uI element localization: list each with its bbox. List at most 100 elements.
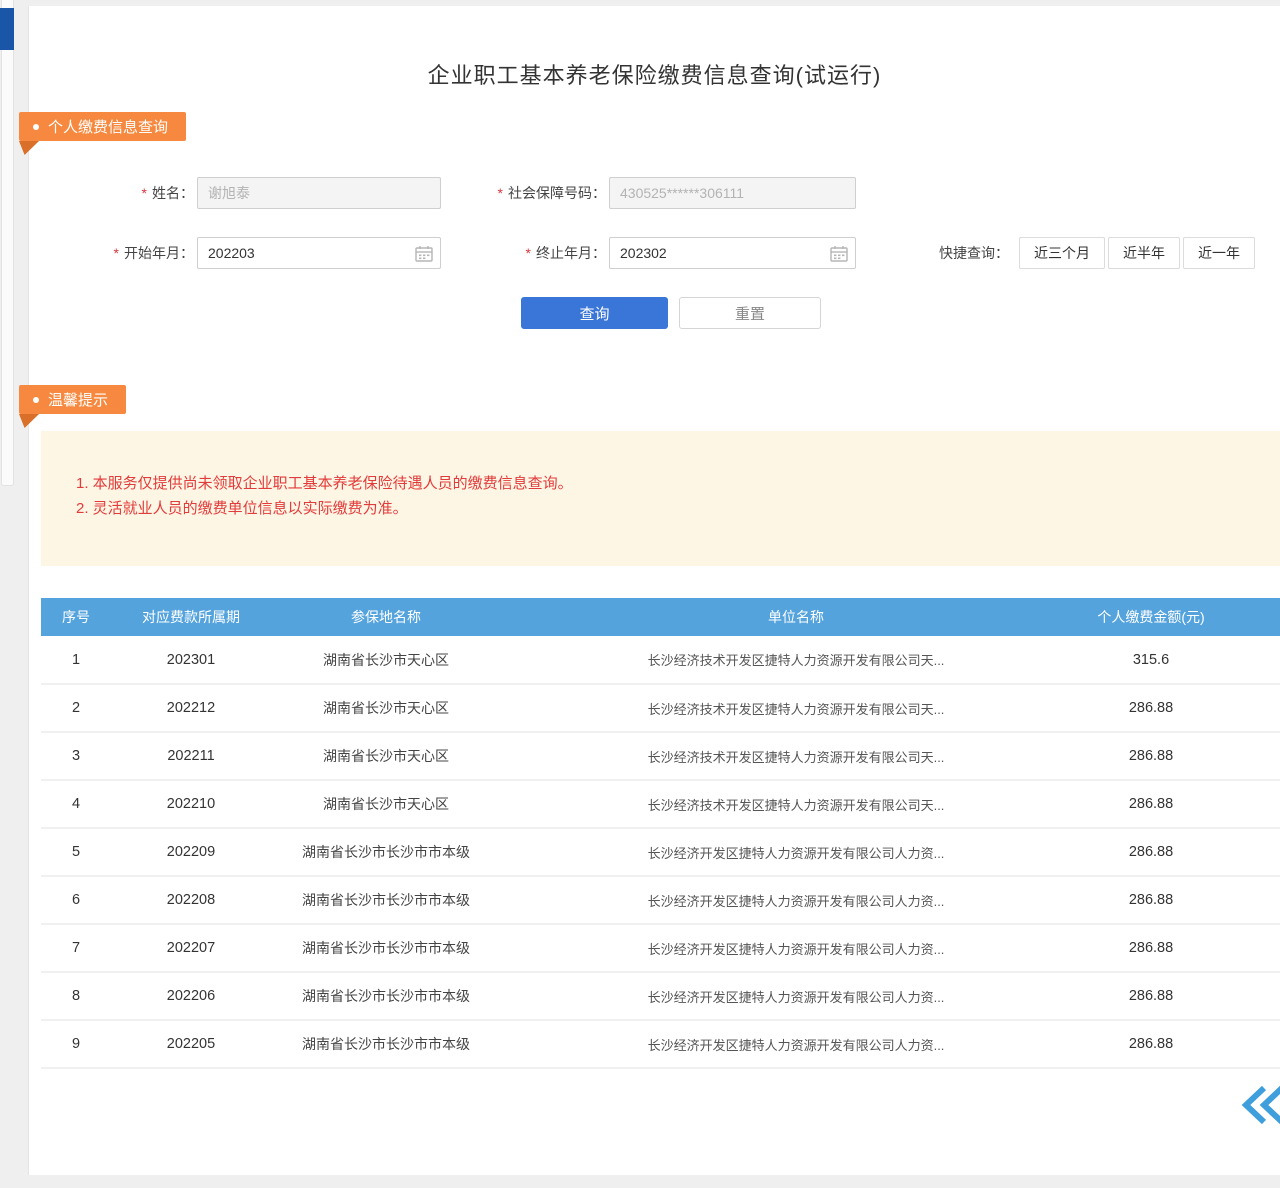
badge-fold-decoration (19, 414, 39, 428)
start-month-field-wrap (197, 237, 441, 269)
required-asterisk: * (526, 245, 531, 261)
table-cell: 286.88 (1061, 972, 1280, 1020)
collapsed-sidebar[interactable] (1, 0, 14, 486)
quick-btn-last-3-months[interactable]: 近三个月 (1019, 237, 1105, 269)
table-cell: 长沙经济开发区捷特人力资源开发有限公司人力资... (501, 972, 1061, 1020)
table-cell: 2 (41, 684, 111, 732)
calendar-icon[interactable] (830, 245, 848, 262)
table-row: 5202209湖南省长沙市长沙市市本级长沙经济开发区捷特人力资源开发有限公司人力… (41, 828, 1280, 876)
table-cell: 湖南省长沙市天心区 (271, 636, 501, 684)
table-cell: 长沙经济开发区捷特人力资源开发有限公司人力资... (501, 924, 1061, 972)
table-cell: 7 (41, 924, 111, 972)
table-cell: 湖南省长沙市长沙市市本级 (271, 1020, 501, 1068)
table-cell: 202210 (111, 780, 271, 828)
table-cell: 286.88 (1061, 828, 1280, 876)
tip-line: 2. 灵活就业人员的缴费单位信息以实际缴费为准。 (76, 496, 1260, 521)
bullet-icon (33, 397, 39, 403)
section-badge-personal-payment-query: 个人缴费信息查询 (19, 112, 186, 141)
table-header-row: 序号 对应费款所属期 参保地名称 单位名称 个人缴费金额(元) (41, 598, 1280, 636)
query-button[interactable]: 查询 (521, 297, 668, 329)
payment-table: 序号 对应费款所属期 参保地名称 单位名称 个人缴费金额(元) 1202301湖… (41, 598, 1280, 1069)
name-field-wrap (197, 177, 441, 209)
table-row: 4202210湖南省长沙市天心区长沙经济技术开发区捷特人力资源开发有限公司天..… (41, 780, 1280, 828)
end-month-field-wrap (609, 237, 856, 269)
required-asterisk: * (114, 245, 119, 261)
reset-button[interactable]: 重置 (679, 297, 821, 329)
table-cell: 8 (41, 972, 111, 1020)
table-cell: 3 (41, 732, 111, 780)
table-cell: 长沙经济开发区捷特人力资源开发有限公司人力资... (501, 876, 1061, 924)
required-asterisk: * (498, 185, 503, 201)
header-employer-name: 单位名称 (501, 598, 1061, 636)
tips-note-box: 1. 本服务仅提供尚未领取企业职工基本养老保险待遇人员的缴费信息查询。 2. 灵… (41, 431, 1280, 566)
bullet-icon (33, 124, 39, 130)
table-cell: 6 (41, 876, 111, 924)
header-insured-place: 参保地名称 (271, 598, 501, 636)
section-badge-label: 温馨提示 (48, 389, 108, 410)
header-period: 对应费款所属期 (111, 598, 271, 636)
table-body: 1202301湖南省长沙市天心区长沙经济技术开发区捷特人力资源开发有限公司天..… (41, 636, 1280, 1068)
table-cell: 湖南省长沙市长沙市市本级 (271, 876, 501, 924)
table-row: 3202211湖南省长沙市天心区长沙经济技术开发区捷特人力资源开发有限公司天..… (41, 732, 1280, 780)
table-cell: 202211 (111, 732, 271, 780)
table-cell: 315.6 (1061, 636, 1280, 684)
start-month-input[interactable] (197, 237, 441, 269)
table-cell: 202205 (111, 1020, 271, 1068)
calendar-icon[interactable] (415, 245, 433, 262)
page-title: 企业职工基本养老保险缴费信息查询(试运行) (29, 58, 1280, 90)
table-cell: 长沙经济技术开发区捷特人力资源开发有限公司天... (501, 636, 1061, 684)
payment-table-wrap: 序号 对应费款所属期 参保地名称 单位名称 个人缴费金额(元) 1202301湖… (41, 598, 1280, 1069)
table-row: 1202301湖南省长沙市天心区长沙经济技术开发区捷特人力资源开发有限公司天..… (41, 636, 1280, 684)
table-cell: 湖南省长沙市长沙市市本级 (271, 828, 501, 876)
ssn-field-wrap (609, 177, 856, 209)
quick-btn-last-half-year[interactable]: 近半年 (1108, 237, 1180, 269)
required-asterisk: * (142, 185, 147, 201)
section-badge-tips: 温馨提示 (19, 385, 126, 414)
table-cell: 202212 (111, 684, 271, 732)
table-cell: 湖南省长沙市天心区 (271, 732, 501, 780)
quick-query-label: 快捷查询： (887, 237, 1009, 269)
table-row: 7202207湖南省长沙市长沙市市本级长沙经济开发区捷特人力资源开发有限公司人力… (41, 924, 1280, 972)
badge-fold-decoration (19, 141, 39, 155)
table-cell: 长沙经济技术开发区捷特人力资源开发有限公司天... (501, 684, 1061, 732)
table-cell: 湖南省长沙市长沙市市本级 (271, 972, 501, 1020)
table-cell: 202207 (111, 924, 271, 972)
table-cell: 5 (41, 828, 111, 876)
quick-btn-last-year[interactable]: 近一年 (1183, 237, 1255, 269)
table-cell: 湖南省长沙市天心区 (271, 780, 501, 828)
table-cell: 286.88 (1061, 1020, 1280, 1068)
table-row: 2202212湖南省长沙市天心区长沙经济技术开发区捷特人力资源开发有限公司天..… (41, 684, 1280, 732)
section-badge-label: 个人缴费信息查询 (48, 116, 168, 137)
table-cell: 长沙经济技术开发区捷特人力资源开发有限公司天... (501, 780, 1061, 828)
end-month-input[interactable] (609, 237, 856, 269)
table-cell: 286.88 (1061, 684, 1280, 732)
table-cell: 202208 (111, 876, 271, 924)
table-cell: 202206 (111, 972, 271, 1020)
header-index: 序号 (41, 598, 111, 636)
table-cell: 286.88 (1061, 924, 1280, 972)
table-cell: 湖南省长沙市长沙市市本级 (271, 924, 501, 972)
name-input[interactable] (197, 177, 441, 209)
table-row: 6202208湖南省长沙市长沙市市本级长沙经济开发区捷特人力资源开发有限公司人力… (41, 876, 1280, 924)
table-cell: 9 (41, 1020, 111, 1068)
table-cell: 长沙经济技术开发区捷特人力资源开发有限公司天... (501, 732, 1061, 780)
chevron-double-left-icon[interactable] (1236, 1083, 1280, 1132)
ssn-input[interactable] (609, 177, 856, 209)
name-label: *姓名： (69, 177, 194, 209)
table-row: 9202205湖南省长沙市长沙市市本级长沙经济开发区捷特人力资源开发有限公司人力… (41, 1020, 1280, 1068)
start-month-label: *开始年月： (69, 237, 194, 269)
tip-line: 1. 本服务仅提供尚未领取企业职工基本养老保险待遇人员的缴费信息查询。 (76, 471, 1260, 496)
table-cell: 长沙经济开发区捷特人力资源开发有限公司人力资... (501, 828, 1061, 876)
table-cell: 长沙经济开发区捷特人力资源开发有限公司人力资... (501, 1020, 1061, 1068)
table-cell: 286.88 (1061, 780, 1280, 828)
table-cell: 286.88 (1061, 732, 1280, 780)
table-row: 8202206湖南省长沙市长沙市市本级长沙经济开发区捷特人力资源开发有限公司人力… (41, 972, 1280, 1020)
sidebar-accent-block (0, 8, 14, 50)
table-cell: 202301 (111, 636, 271, 684)
table-cell: 202209 (111, 828, 271, 876)
main-panel: 企业职工基本养老保险缴费信息查询(试运行) 个人缴费信息查询 *姓名： *社会保… (28, 6, 1280, 1175)
end-month-label: *终止年月： (459, 237, 606, 269)
header-personal-amount: 个人缴费金额(元) (1061, 598, 1280, 636)
quick-query-group: 近三个月 近半年 近一年 (1019, 237, 1255, 269)
table-cell: 4 (41, 780, 111, 828)
